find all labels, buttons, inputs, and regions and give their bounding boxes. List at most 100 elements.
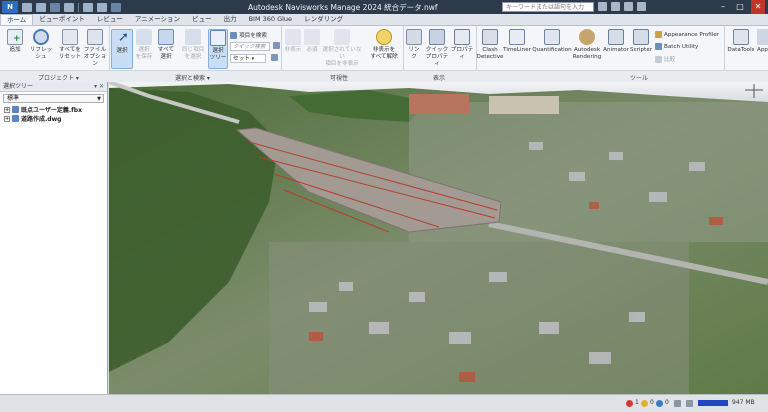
minimize-button[interactable]: –	[716, 0, 730, 14]
selection-tree-icon	[210, 30, 226, 46]
close-button[interactable]: ✕	[751, 0, 765, 14]
require-icon	[304, 29, 320, 45]
panel-label-visibility: 可視性	[330, 75, 349, 82]
reset-all-button[interactable]: すべてを リセット	[58, 29, 82, 61]
hide-button[interactable]: 非表示	[284, 29, 302, 54]
scripter-icon	[633, 29, 649, 45]
properties-button[interactable]: プロパティ	[450, 29, 474, 61]
tab-rendering[interactable]: レンダリング	[298, 14, 349, 25]
autodesk-rendering-button[interactable]: Autodesk Rendering	[573, 29, 601, 61]
rendering-icon	[579, 29, 595, 45]
info-icon[interactable]	[656, 400, 663, 407]
new-file-icon[interactable]	[22, 2, 32, 12]
reset-icon	[62, 29, 78, 45]
app-label: App	[757, 47, 768, 53]
tree-item-label: 既点ユーザー定義.fbx	[21, 107, 82, 114]
expand-icon[interactable]: +	[4, 106, 10, 113]
find-items-button[interactable]: 項目を検索	[230, 31, 267, 39]
appearance-profiler-button[interactable]: Appearance Profiler	[655, 31, 719, 38]
options-icon	[87, 29, 103, 45]
batch-utility-button[interactable]: Batch Utility	[655, 43, 698, 50]
app-button[interactable]: App	[757, 29, 768, 54]
animator-button[interactable]: Animator	[603, 29, 629, 54]
select-cursor-icon: ➚	[118, 30, 129, 45]
select-same-button[interactable]: 同じ項目 を選択	[180, 29, 206, 61]
scene-canvas[interactable]	[109, 82, 768, 394]
unhide-all-button[interactable]: 非表示を すべて解除	[368, 29, 400, 61]
file-options-button[interactable]: ファイル オプション	[83, 29, 107, 68]
ribbon: + 追加 リフレッシュ すべてを リセット ファイル オプション ➚ 選択 選択…	[0, 26, 768, 82]
scripter-label: Scripter	[630, 47, 652, 53]
exchange-icon[interactable]	[637, 2, 646, 11]
panel-controls[interactable]: ▾ ✕	[94, 82, 104, 92]
quick-find-input[interactable]: クイック検索	[230, 42, 270, 51]
compare-button[interactable]: 比較	[655, 55, 675, 63]
appearance-profiler-icon	[655, 31, 662, 38]
datatools-button[interactable]: DataTools	[727, 29, 755, 54]
sheet-icon[interactable]	[674, 400, 681, 407]
clash-icon	[482, 29, 498, 45]
account-icon[interactable]	[611, 2, 620, 11]
tab-view[interactable]: ビュー	[186, 14, 218, 25]
save-icon[interactable]	[50, 2, 60, 12]
model-icon[interactable]	[686, 400, 693, 407]
require-button[interactable]: 必須	[304, 29, 320, 54]
datatools-label: DataTools	[727, 47, 755, 53]
save-selection-button[interactable]: 選択 を保存	[134, 29, 154, 61]
select-button[interactable]: ➚ 選択	[111, 29, 133, 69]
select-icon[interactable]	[111, 2, 121, 12]
expand-icon[interactable]: +	[4, 115, 10, 122]
quick-properties-button[interactable]: クイック プロパティ	[425, 29, 449, 68]
scripter-button[interactable]: Scripter	[630, 29, 652, 54]
error-icon[interactable]	[626, 400, 633, 407]
tree-view-dropdown[interactable]: 標準 ▼	[3, 94, 104, 103]
binoculars-icon[interactable]	[598, 2, 607, 11]
help-icon[interactable]	[624, 2, 633, 11]
tab-bim360[interactable]: BIM 360 Glue	[243, 14, 299, 25]
sets-dropdown[interactable]: セット ▾	[230, 54, 266, 63]
timeliner-button[interactable]: TimeLiner	[503, 29, 531, 54]
clash-detective-button[interactable]: Clash Detective	[477, 29, 503, 61]
selection-tree-title: 選択ツリー	[3, 83, 34, 90]
append-button[interactable]: + 追加	[3, 29, 27, 54]
tab-review[interactable]: レビュー	[91, 14, 129, 25]
tree-item[interactable]: + 道路作成.dwg	[4, 114, 107, 123]
search-input[interactable]: キーワードまたは語句を入力	[502, 2, 594, 12]
file-options-label: ファイル オプション	[83, 47, 107, 67]
open-file-icon[interactable]	[36, 2, 46, 12]
redo-icon[interactable]	[97, 2, 107, 12]
selection-tree-panel: 選択ツリー ▾ ✕ 標準 ▼ + 既点ユーザー定義.fbx + 道路作成.dwg	[0, 82, 108, 394]
tab-output[interactable]: 出力	[218, 14, 243, 25]
quantification-label: Quantification	[532, 47, 572, 53]
timeliner-icon	[509, 29, 525, 45]
tab-home[interactable]: ホーム	[0, 14, 34, 25]
refresh-button[interactable]: リフレッシュ	[28, 29, 54, 61]
application-menu-button[interactable]: N	[2, 1, 18, 13]
animator-label: Animator	[603, 47, 629, 53]
panel-label-project[interactable]: プロジェクト ▾	[38, 73, 79, 82]
maximize-button[interactable]: □	[733, 0, 747, 14]
memory-usage: 947 MB	[732, 399, 755, 406]
find-items-label: 項目を検索	[239, 33, 267, 39]
hide-unselected-button[interactable]: 選択されていない 項目を非表示	[322, 29, 362, 68]
sets-manage-button[interactable]	[271, 54, 280, 61]
hide-icon	[285, 29, 301, 45]
undo-icon[interactable]	[83, 2, 93, 12]
binoculars-icon	[273, 42, 280, 49]
panel-label-select-search[interactable]: 選択と検索 ▾	[175, 73, 210, 82]
3d-viewport[interactable]	[109, 82, 768, 394]
tab-viewpoint[interactable]: ビューポイント	[33, 14, 91, 25]
quantification-button[interactable]: Quantification	[532, 29, 572, 54]
tab-animation[interactable]: アニメーション	[129, 14, 186, 25]
school-ground	[489, 96, 559, 114]
print-icon[interactable]	[64, 2, 74, 12]
refresh-label: リフレッシュ	[29, 47, 53, 60]
append-label: 追加	[9, 47, 21, 53]
tree-item[interactable]: + 既点ユーザー定義.fbx	[4, 105, 107, 114]
select-all-button[interactable]: すべて 選択	[156, 29, 176, 61]
links-button[interactable]: リンク	[406, 29, 422, 61]
animator-icon	[608, 29, 624, 45]
save-selection-label: 選択 を保存	[135, 47, 153, 60]
selection-tree-button[interactable]: 選択 ツリー	[208, 29, 228, 69]
warning-icon[interactable]	[641, 400, 648, 407]
